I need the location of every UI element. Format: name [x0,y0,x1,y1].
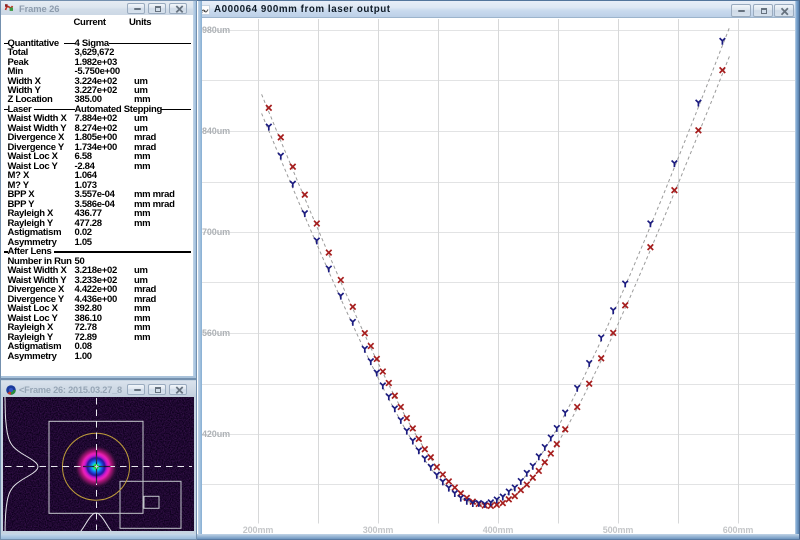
svg-text:700um: 700um [202,227,230,237]
svg-text:420um: 420um [202,429,230,439]
svg-text:560um: 560um [202,328,230,338]
svg-text:980um: 980um [202,25,230,35]
svg-text:840um: 840um [202,126,230,136]
